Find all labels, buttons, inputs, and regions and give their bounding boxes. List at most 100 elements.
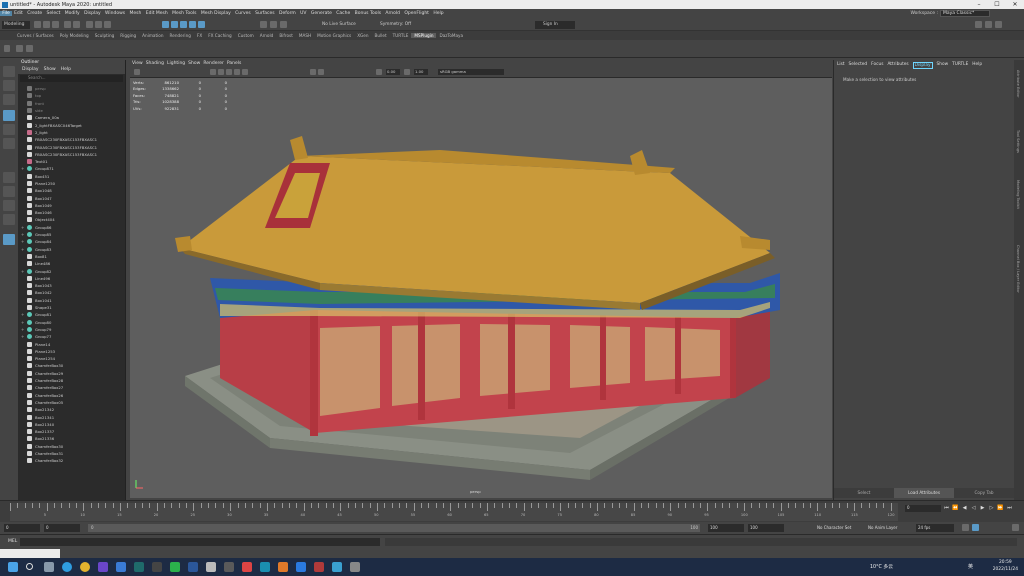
camera-attributes-icon[interactable] (134, 69, 140, 75)
side-tab-modeling-toolkit[interactable]: Modeling Toolkit (1016, 180, 1020, 209)
current-frame-field[interactable]: 0 (905, 505, 941, 512)
app-icon[interactable] (152, 562, 162, 572)
outliner-item[interactable]: ChamferBox32 (18, 457, 118, 464)
ae-menu-attributes[interactable]: Attributes (887, 62, 908, 69)
load-attributes-button[interactable]: Load Attributes (894, 488, 954, 498)
app-icon[interactable] (116, 562, 126, 572)
menu-edit-mesh[interactable]: Edit Mesh (144, 11, 170, 16)
outliner-item[interactable]: persp (18, 85, 118, 92)
lasso-tool-icon[interactable] (3, 80, 15, 91)
menu-modify[interactable]: Modify (63, 11, 82, 16)
shelf-tab-mash[interactable]: MASH (296, 33, 314, 38)
smooth-shade-icon[interactable] (218, 69, 224, 75)
minimized-window[interactable] (0, 549, 60, 558)
outliner-item[interactable]: Box1046 (18, 209, 118, 216)
shelf-tab-animation[interactable]: Animation (139, 33, 166, 38)
exposure-field[interactable]: 0.00 (386, 69, 400, 75)
select-component-icon[interactable] (104, 21, 111, 28)
outliner-item[interactable]: Object404 (18, 216, 118, 223)
viewport-menu-show[interactable]: Show (188, 61, 200, 66)
textured-icon[interactable] (226, 69, 232, 75)
outliner-item[interactable]: Box1049 (18, 202, 118, 209)
rotate-tool-icon[interactable] (3, 124, 15, 135)
character-set-dropdown[interactable]: No Character Set (815, 524, 861, 532)
expand-icon[interactable]: + (21, 320, 25, 325)
save-scene-icon[interactable] (52, 21, 59, 28)
app-icon[interactable] (278, 562, 288, 572)
toggle-attribute-editor-icon[interactable] (985, 21, 992, 28)
outliner-item[interactable]: Plane1250 (18, 180, 118, 187)
lights-icon[interactable] (234, 69, 240, 75)
outliner-item[interactable]: Box21342 (18, 406, 118, 413)
open-scene-icon[interactable] (43, 21, 50, 28)
outliner-item[interactable]: ChamferBox31 (18, 450, 118, 457)
play-backward-icon[interactable]: ◁ (970, 505, 977, 512)
ipr-render-icon[interactable] (270, 21, 277, 28)
outliner-item[interactable]: + Group84 (18, 238, 118, 245)
go-to-end-icon[interactable]: ⏭ (1006, 505, 1013, 512)
shelf-tab-arnold[interactable]: Arnold (257, 33, 277, 38)
shelf-gear-icon[interactable] (4, 45, 10, 52)
keyframe-icon[interactable] (962, 524, 969, 531)
menu-surfaces[interactable]: Surfaces (253, 11, 277, 16)
app-icon[interactable] (242, 562, 252, 572)
step-forward-frame-icon[interactable]: ▷ (988, 505, 995, 512)
outliner-item[interactable]: ChamferBox27 (18, 384, 118, 391)
animation-start-field[interactable]: 0 (4, 524, 40, 532)
chrome-icon[interactable] (80, 562, 90, 572)
snap-grid-icon[interactable] (162, 21, 169, 28)
outliner-item[interactable]: ChamferBox05 (18, 399, 118, 406)
expand-icon[interactable]: + (21, 166, 25, 171)
select-button[interactable]: Select (834, 488, 894, 498)
wechat-icon[interactable] (170, 562, 180, 572)
shelf-tab-rendering[interactable]: Rendering (167, 33, 194, 38)
outliner-item[interactable]: FBXASC230FBXASC153FBXASC1 (18, 136, 118, 143)
shelf-tab-turtle[interactable]: TURTLE (390, 33, 412, 38)
outliner-item[interactable]: + Group82 (18, 267, 118, 274)
shelf-tool-icon[interactable] (16, 45, 23, 52)
shelf-tab-poly-modeling[interactable]: Poly Modeling (57, 33, 92, 38)
side-tab-attribute-editor[interactable]: Attribute Editor (1016, 70, 1020, 98)
outliner-item[interactable]: Line496 (18, 275, 118, 282)
viewport-menu-panels[interactable]: Panels (227, 61, 241, 66)
minimize-icon[interactable]: – (970, 0, 988, 9)
menu-mesh-display[interactable]: Mesh Display (199, 11, 233, 16)
outliner-item[interactable]: Box1047 (18, 194, 118, 201)
system-clock[interactable]: 20:59 2022/11/24 (993, 560, 1018, 573)
outliner-search-input[interactable]: Search... (20, 75, 123, 82)
symmetry-dropdown[interactable]: Symmetry: Off (380, 21, 420, 29)
outliner-item[interactable]: Camera_00a (18, 114, 118, 121)
viewport-menu-lighting[interactable]: Lighting (167, 61, 185, 66)
outliner-item[interactable]: ChamferBox26 (18, 391, 118, 398)
outliner-item[interactable]: + Group77 (18, 333, 118, 340)
menu-edit[interactable]: Edit (12, 11, 25, 16)
layout-b-icon[interactable] (3, 214, 15, 225)
outliner-item[interactable]: + Group83 (18, 246, 118, 253)
3d-viewport[interactable]: Verts: 861210 0 0 Edges: 1338662 0 0 Faces: 74882… (130, 78, 832, 498)
anim-prefs-icon[interactable] (1012, 524, 1019, 531)
shelf-tab-fx-caching[interactable]: FX Caching (205, 33, 235, 38)
playback-end-field[interactable]: 100 (708, 524, 744, 532)
shelf-tab-bifrost[interactable]: Bifrost (276, 33, 296, 38)
maya-icon[interactable] (260, 562, 270, 572)
outliner-item[interactable]: Plane14 (18, 340, 118, 347)
ae-menu-focus[interactable]: Focus (871, 62, 883, 69)
app-icon[interactable] (98, 562, 108, 572)
close-icon[interactable]: ✕ (1006, 0, 1024, 9)
menu-select[interactable]: Select (44, 11, 62, 16)
expand-icon[interactable]: + (21, 225, 25, 230)
app-icon[interactable] (206, 562, 216, 572)
outliner-item[interactable]: Plane1254 (18, 355, 118, 362)
outliner-item[interactable]: front (18, 100, 118, 107)
move-tool-icon[interactable] (3, 110, 15, 121)
app-icon[interactable] (296, 562, 306, 572)
outliner-item[interactable]: ChamferBox30 (18, 443, 118, 450)
scale-tool-icon[interactable] (3, 138, 15, 149)
expand-icon[interactable]: + (21, 239, 25, 244)
expand-icon[interactable]: + (21, 269, 25, 274)
select-object-icon[interactable] (95, 21, 102, 28)
shelf-tab-motion-graphics[interactable]: Motion Graphics (314, 33, 354, 38)
outliner-item[interactable]: FBXASC230FBXASC153FBXASC1 (18, 143, 118, 150)
weather-widget[interactable]: 10°C 多云 (870, 563, 893, 570)
menu-arnold[interactable]: Arnold (383, 11, 402, 16)
